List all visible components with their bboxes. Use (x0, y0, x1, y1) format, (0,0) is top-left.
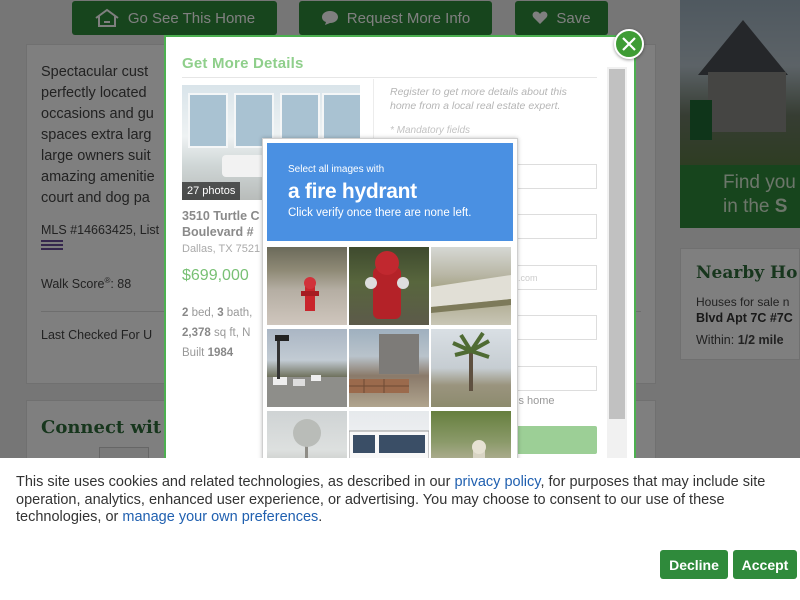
cookie-text-after: . (318, 509, 323, 525)
built-year: 1984 (207, 347, 234, 359)
scrollbar-thumb[interactable] (609, 69, 625, 419)
listing-address: 3510 Turtle C Boulevard # (182, 208, 272, 240)
get-details-button[interactable]: ls (505, 426, 597, 454)
mandatory-note: * Mandatory fields (390, 125, 471, 136)
captcha-header: Select all images with a fire hydrant Cl… (267, 143, 513, 241)
photo-window-shape (188, 93, 228, 148)
close-icon[interactable] (614, 29, 644, 59)
email-field[interactable]: ail.com (505, 265, 597, 290)
fire-hydrant-icon (301, 277, 319, 311)
captcha-tile[interactable] (349, 329, 429, 407)
listing-city: Dallas, TX 7521 (182, 243, 261, 255)
last-name-field[interactable] (505, 214, 597, 239)
message-field[interactable] (505, 366, 597, 391)
captcha-tile[interactable] (431, 247, 511, 325)
baths-label: bath, (223, 307, 253, 319)
phone-field[interactable] (505, 315, 597, 340)
image-captcha: Select all images with a fire hydrant Cl… (262, 138, 518, 468)
privacy-policy-link[interactable]: privacy policy (454, 474, 540, 490)
captcha-tile[interactable] (267, 329, 347, 407)
cookie-banner: This site uses cookies and related techn… (0, 458, 800, 600)
palm-tree-shape (452, 331, 490, 391)
captcha-instruction: Select all images with (288, 164, 385, 175)
greenhouse-shape (431, 275, 511, 313)
street-cars-shape (267, 335, 347, 407)
address-line2: Boulevard # (182, 225, 254, 239)
accept-button[interactable]: Accept (733, 550, 797, 579)
captcha-tile[interactable] (267, 247, 347, 325)
cookie-text-before: This site uses cookies and related techn… (16, 474, 455, 490)
title-divider (182, 77, 597, 78)
address-line1: 3510 Turtle C (182, 209, 260, 223)
sqft-value: 2,378 (182, 327, 211, 339)
listing-price: $699,000 (182, 267, 249, 284)
first-name-field[interactable] (505, 164, 597, 189)
photo-count: 27 photos (182, 182, 241, 200)
fire-hydrant-icon (365, 251, 409, 319)
manage-preferences-link[interactable]: manage your own preferences (122, 509, 318, 525)
captcha-tile[interactable] (349, 247, 429, 325)
modal-title: Get More Details (182, 55, 304, 72)
beds-label: bed, (188, 307, 218, 319)
modal-scrollbar[interactable] (607, 67, 627, 463)
form-intro: Register to get more details about this … (390, 86, 567, 112)
decline-button[interactable]: Decline (660, 550, 728, 579)
sqft-label: sq ft, N (210, 327, 251, 339)
captcha-target: a fire hydrant (288, 180, 417, 203)
cookie-message: This site uses cookies and related techn… (16, 474, 786, 527)
brick-wall-shape (349, 334, 419, 393)
built-label: Built (182, 347, 208, 359)
consent-text: is home (516, 395, 555, 407)
captcha-tile[interactable] (431, 329, 511, 407)
captcha-hint: Click verify once there are none left. (288, 207, 472, 219)
